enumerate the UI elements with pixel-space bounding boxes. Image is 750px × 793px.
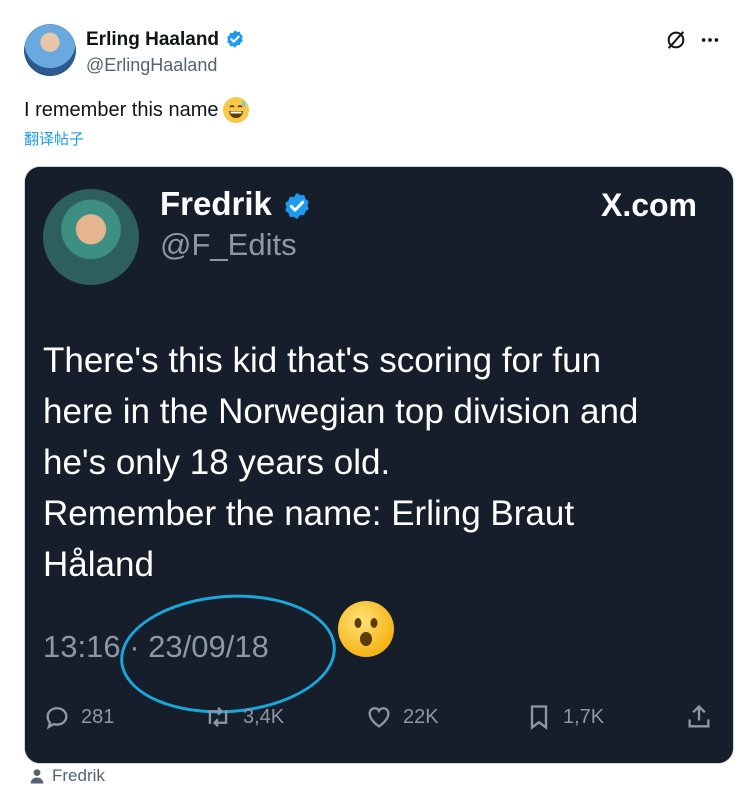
author-handle[interactable]: @ErlingHaaland bbox=[86, 55, 217, 76]
quoted-line: Remember the name: Erling Braut bbox=[43, 494, 575, 533]
quoted-line: he's only 18 years old. bbox=[43, 443, 391, 482]
share-icon bbox=[688, 704, 710, 728]
date-annotation-circle bbox=[116, 587, 340, 721]
astonished-emoji-icon bbox=[338, 601, 394, 657]
quoted-author-handle: @F_Edits bbox=[160, 227, 297, 262]
quoted-author-avatar bbox=[43, 189, 139, 285]
grok-icon[interactable] bbox=[664, 28, 688, 52]
reply-icon bbox=[46, 707, 68, 730]
quoted-tweet-text: There's this kid that's scoring for fun … bbox=[43, 335, 703, 590]
translate-post-link[interactable]: 翻译帖子 bbox=[24, 128, 84, 149]
bookmark-icon bbox=[530, 705, 548, 730]
xcom-brand: X.com bbox=[600, 187, 697, 223]
quoted-line: There's this kid that's scoring for fun bbox=[43, 341, 602, 380]
top-actions bbox=[664, 26, 722, 54]
person-icon bbox=[30, 769, 44, 784]
repost-stat: 3,4K bbox=[203, 703, 284, 731]
quoted-time: 13:16 bbox=[43, 629, 121, 664]
post-text-content: I remember this name bbox=[24, 98, 219, 121]
quoted-line: here in the Norwegian top division and bbox=[43, 392, 639, 431]
reply-count: 281 bbox=[81, 705, 115, 728]
image-credit-name: Fredrik bbox=[52, 766, 105, 785]
bookmark-stat: 1,7K bbox=[525, 703, 604, 731]
verified-badge-icon bbox=[227, 30, 243, 48]
more-options-icon[interactable] bbox=[698, 28, 722, 52]
quoted-action-bar: 281 3,4K 22K 1,7K bbox=[43, 703, 715, 733]
sweat-smile-emoji-icon bbox=[222, 97, 249, 123]
quoted-verified-badge-icon bbox=[285, 192, 309, 220]
heart-icon bbox=[368, 707, 390, 728]
like-stat: 22K bbox=[365, 703, 439, 731]
quoted-tweet-screenshot: Fredrik @F_Edits X.com There's this kid … bbox=[25, 167, 733, 763]
post-header: Erling Haaland @ErlingHaaland bbox=[24, 24, 726, 84]
author-avatar[interactable] bbox=[24, 24, 76, 76]
embedded-image[interactable]: Fredrik @F_Edits X.com There's this kid … bbox=[24, 166, 734, 764]
like-count: 22K bbox=[403, 705, 439, 728]
repost-icon bbox=[208, 706, 228, 728]
quoted-line: Håland bbox=[43, 545, 154, 584]
quoted-author-name: Fredrik bbox=[160, 185, 272, 222]
author-name[interactable]: Erling Haaland bbox=[86, 29, 219, 51]
repost-count: 3,4K bbox=[243, 705, 285, 728]
post-text: I remember this name bbox=[24, 97, 249, 123]
bookmark-count: 1,7K bbox=[563, 705, 605, 728]
share-stat bbox=[685, 703, 713, 731]
image-credit[interactable]: Fredrik bbox=[28, 766, 105, 786]
reply-stat: 281 bbox=[43, 703, 114, 731]
